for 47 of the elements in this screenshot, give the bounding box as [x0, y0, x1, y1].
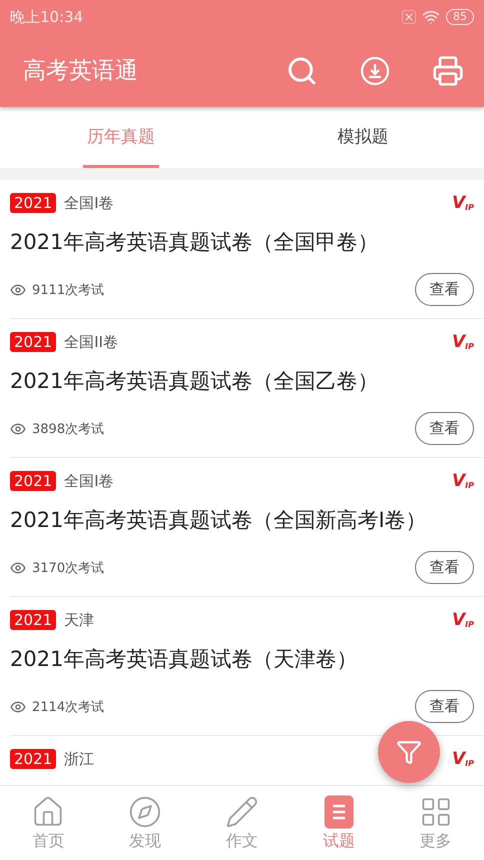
vip-logo: VIP: [452, 472, 474, 490]
view-button[interactable]: 查看: [415, 690, 474, 723]
view-button[interactable]: 查看: [415, 551, 474, 584]
paper-title: 2021年高考英语真题试卷（全国甲卷）: [10, 229, 380, 256]
eye-icon: [10, 420, 26, 436]
year-tag: 2021: [10, 610, 56, 630]
year-tag: 2021: [10, 749, 56, 769]
eye-icon: [10, 698, 26, 714]
region-label: 全国I卷: [64, 194, 114, 212]
sim-icon: [402, 10, 416, 24]
document-icon: [324, 794, 354, 828]
view-button[interactable]: 查看: [415, 273, 474, 306]
status-time: 晚上10:34: [10, 8, 84, 26]
vip-logo: VIP: [452, 334, 474, 350]
compass-icon: [128, 794, 162, 828]
paper-card[interactable]: 2021 全国II卷 VIP 2021年高考英语真题试卷（全国乙卷） 3898次考试 查看: [10, 319, 484, 458]
app-title: 高考英语通: [23, 57, 139, 86]
vip-logo: VIP: [452, 612, 474, 628]
region-label: 浙江: [64, 750, 94, 768]
year-tag: 2021: [10, 332, 56, 352]
download-button[interactable]: [360, 56, 390, 86]
eye-icon: [10, 282, 26, 298]
eye-icon: [10, 560, 26, 576]
paper-title: 2021年高考英语真题试卷（天津卷）: [10, 646, 358, 673]
tab[interactable]: 模拟题: [334, 107, 392, 168]
attempt-count: 9111次考试: [32, 282, 106, 298]
region-label: 天津: [64, 610, 94, 630]
wifi-icon: [422, 8, 440, 26]
paper-title: 2021年高考英语真题试卷（全国新高考I卷）: [10, 507, 428, 534]
paper-card[interactable]: 2021 全国I卷 VIP 2021年高考英语真题试卷（全国新高考I卷） 3170次考试 查看: [10, 458, 484, 597]
paper-title: 2021年高考英语真题试卷（全国乙卷）: [10, 368, 380, 395]
battery-icon: 85: [446, 9, 474, 25]
year-tag: 2021: [10, 471, 56, 491]
filter-icon: [396, 739, 422, 765]
print-button[interactable]: [432, 54, 464, 86]
pencil-icon: [224, 794, 259, 828]
attempt-count: 3898次考试: [32, 420, 106, 438]
region-label: 全国I卷: [64, 472, 114, 490]
region-label: 全国II卷: [64, 332, 118, 352]
view-button[interactable]: 查看: [415, 412, 474, 445]
attempt-count: 3170次考试: [32, 560, 106, 576]
vip-logo: VIP: [452, 194, 474, 212]
year-tag: 2021: [10, 193, 56, 213]
paper-card[interactable]: 2021 全国I卷 VIP 2021年高考英语真题试卷（全国甲卷） 9111次考试 查看: [10, 180, 484, 319]
vip-logo: VIP: [452, 750, 474, 768]
attempt-count: 2114次考试: [32, 698, 106, 716]
search-button[interactable]: [286, 54, 318, 86]
